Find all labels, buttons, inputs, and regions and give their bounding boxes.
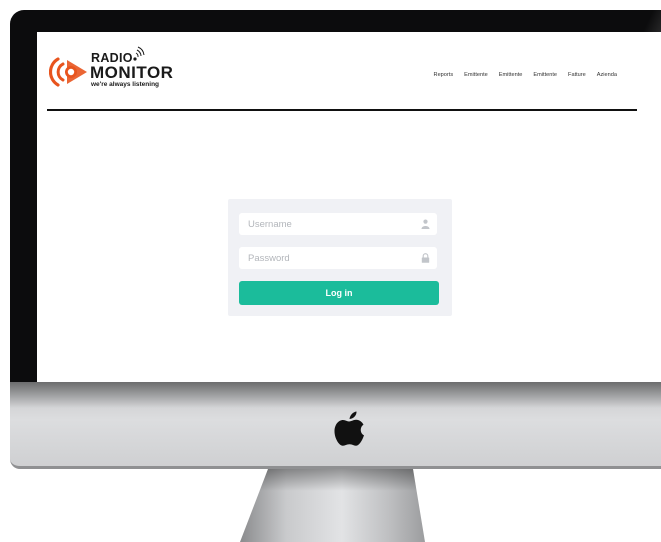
password-field [239,247,437,269]
username-input[interactable] [239,213,418,235]
broadcast-logo-icon [49,57,87,87]
nav-item-azienda[interactable]: Azienda [597,72,617,78]
chin-shadow [10,382,661,408]
apple-logo-icon [334,411,364,446]
password-input[interactable] [239,247,418,269]
nav-item-emittente-2[interactable]: Emittente [499,72,523,78]
logo-tagline: we're always listening [91,81,160,88]
monitor-chin [10,382,661,469]
lock-icon [421,253,430,263]
main-nav: Reports Emittente Emittente Emittente Fa… [434,72,617,78]
site-header: RADIO MONITOR we're always listening Rep… [37,32,661,111]
radio-monitor-logo[interactable]: RADIO MONITOR we're always listening [49,46,189,92]
logo-line-2: MONITOR [90,63,174,82]
login-button[interactable]: Log in [239,281,439,305]
monitor-stand [240,469,425,542]
screen: RADIO MONITOR we're always listening Rep… [37,32,661,382]
username-field [239,213,437,235]
nav-item-reports[interactable]: Reports [434,72,454,78]
nav-item-fatture[interactable]: Fatture [568,72,586,78]
user-icon [421,219,430,229]
nav-item-emittente-1[interactable]: Emittente [464,72,488,78]
nav-item-emittente-3[interactable]: Emittente [533,72,557,78]
login-card: Log in [228,199,452,316]
header-divider [47,109,637,111]
signal-waves-icon [133,46,145,61]
